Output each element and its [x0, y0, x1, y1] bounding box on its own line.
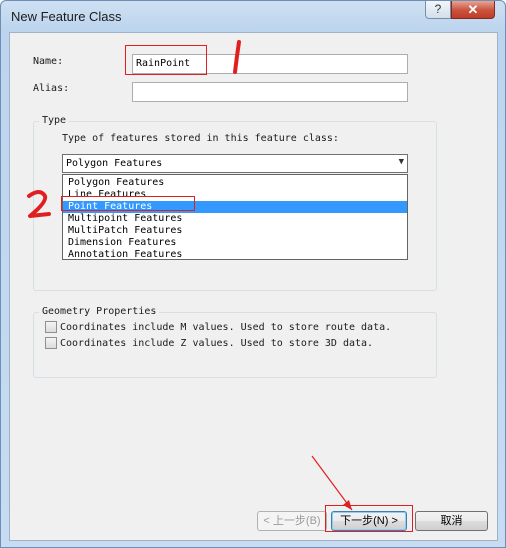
option-polygon-features[interactable]: Polygon Features	[63, 177, 407, 189]
chevron-down-icon[interactable]: ▼	[399, 157, 404, 167]
help-button[interactable]: ?	[425, 1, 451, 19]
option-multipoint-features[interactable]: Multipoint Features	[63, 213, 407, 225]
alias-label: Alias:	[33, 83, 70, 94]
z-values-label: Coordinates include Z values. Used to st…	[60, 338, 374, 349]
feature-type-selected: Polygon Features	[66, 158, 163, 169]
cancel-button[interactable]: 取消	[415, 511, 488, 531]
option-dimension-features[interactable]: Dimension Features	[63, 237, 407, 249]
dialog-window: New Feature Class ? ✕ Name: RainPoint Al…	[0, 0, 506, 548]
option-multipatch-features[interactable]: MultiPatch Features	[63, 225, 407, 237]
alias-input[interactable]	[132, 82, 408, 102]
name-label: Name:	[33, 56, 64, 67]
annotation-number-one	[233, 40, 241, 74]
dialog-client-area: Name: RainPoint Alias: Type Type of feat…	[9, 32, 498, 541]
window-title: New Feature Class	[11, 9, 122, 24]
name-highlight-box	[125, 45, 207, 75]
title-bar[interactable]: New Feature Class ? ✕	[1, 1, 505, 31]
m-values-label: Coordinates include M values. Used to st…	[60, 322, 392, 333]
feature-type-dropdown[interactable]: Polygon Features ▼	[62, 154, 408, 173]
option-annotation-features[interactable]: Annotation Features	[63, 249, 407, 261]
point-features-highlight-box	[61, 196, 195, 211]
close-button[interactable]: ✕	[451, 1, 495, 19]
feature-type-list[interactable]: Polygon Features Line Features Point Fea…	[62, 174, 408, 260]
annotation-arrow	[311, 455, 353, 511]
z-values-checkbox[interactable]	[45, 337, 57, 349]
type-prompt-label: Type of features stored in this feature …	[62, 133, 339, 144]
annotation-number-two	[27, 190, 51, 218]
geometry-group-title: Geometry Properties	[39, 306, 160, 317]
type-group-title: Type	[39, 115, 70, 126]
m-values-checkbox[interactable]	[45, 321, 57, 333]
